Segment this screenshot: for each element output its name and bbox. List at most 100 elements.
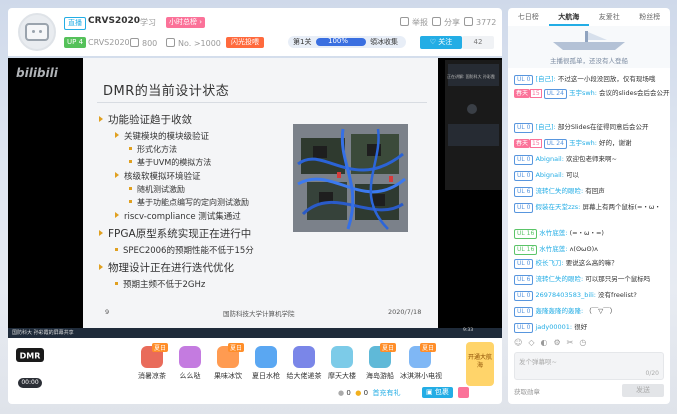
slide-bullet: 核级软模拟环境验证 — [115, 170, 201, 182]
share-button[interactable]: 分享 — [432, 17, 460, 28]
tab-seven-day[interactable]: 七日榜 — [508, 8, 549, 26]
live-badge: 直播 — [64, 17, 86, 30]
streamer-avatar[interactable] — [18, 13, 56, 51]
chat-message: UL 16 水竹底莲: (=・ω・=) — [514, 228, 604, 239]
danmaku-char-count: 0/20 — [645, 370, 659, 377]
settings-icon[interactable]: ⚙ — [553, 338, 566, 347]
gift-box-icon[interactable] — [458, 387, 469, 398]
uid-name: CRVS2020 — [88, 38, 130, 47]
chat-message: 春天 15 UL 24 玉宇swh: 好的，谢谢 — [514, 139, 632, 149]
video-player[interactable]: bilibili DMR的当前设计状态 功能验证趋于收敛 关键模块的模块级验证 … — [8, 58, 502, 338]
slide-organization: 国防科技大学计算机学院 — [223, 310, 295, 318]
room-header: 直播 CRVS2020 学习 小时总榜 › 举报 分享 3772 UP 4 CR… — [8, 8, 502, 56]
fans-icon — [130, 38, 139, 47]
os-taskbar: 国防科大 孙彩霞的屏幕共享 9:33 — [8, 328, 502, 338]
streamer-name[interactable]: CRVS2020 — [88, 16, 140, 26]
chat-message: UL 0 Abignail: 欢迎包老师来啊~ — [514, 154, 617, 165]
fpga-board-photo — [293, 124, 408, 232]
currency-row: ● 0 ● 0 首充有礼 — [338, 388, 401, 398]
silver-balance: 0 — [346, 389, 351, 397]
gift-icon — [179, 346, 201, 368]
stream-timer: 00:00 — [18, 378, 42, 388]
chat-message: UL 0 Abignail: 可以 — [514, 170, 579, 181]
tab-fan-club[interactable]: 友爱社 — [589, 8, 630, 26]
taskbar-title: 国防科大 孙彩霞的屏幕共享 — [12, 330, 74, 336]
chat-message: UL 0 jady00001: 很好 — [514, 322, 587, 333]
svg-text:DMR: DMR — [20, 352, 41, 361]
gift-item[interactable]: 么么哒 — [170, 346, 210, 381]
follow-count: 42 — [462, 36, 494, 49]
slide-bullet: 基于UVM的模拟方法 — [129, 157, 211, 168]
silver-icon: ● — [338, 389, 345, 397]
slide-bullet: 功能验证趋于收敛 — [99, 112, 192, 127]
rise-button[interactable]: 闪光投喂 — [226, 37, 264, 48]
boat-illustration — [553, 31, 625, 50]
quest-progress-text: 100% — [328, 37, 349, 45]
quest-bar[interactable]: 第1关 100% 領冰收集 — [288, 36, 406, 48]
slide-bullet: 关键模块的模块级验证 — [115, 130, 209, 142]
slide-bullet: 预期主频不低于2GHz — [115, 278, 205, 290]
gift-item[interactable]: 夏日 消暑凉茶 — [132, 343, 172, 381]
gift-item[interactable]: 夏日 冰淇淋小电视 — [400, 343, 442, 381]
gift-item[interactable]: 夏日 果味冰饮 — [208, 343, 248, 381]
gold-balance: 0 — [363, 389, 369, 397]
gift-item[interactable]: 给大佬递茶 — [284, 346, 324, 381]
recharge-link[interactable]: 首充有礼 — [373, 389, 401, 397]
gift-icon[interactable]: ◇ — [528, 338, 540, 347]
bag-icon: ▣ — [426, 388, 433, 396]
gift-item[interactable]: 摩天大楼 — [322, 346, 362, 381]
voyage-empty-banner: 主播很孤单，还没有人登船 — [508, 26, 670, 68]
color-icon[interactable]: ◐ — [541, 338, 554, 347]
thumb-caption: 正在讲解: 国防科大 孙彩霞 — [447, 74, 495, 79]
slide-bullet: riscv-compliance 测试集通过 — [115, 210, 241, 222]
history-icon[interactable]: ◷ — [579, 338, 592, 347]
tab-voyage[interactable]: 大航海 — [548, 8, 589, 26]
send-button[interactable]: 发送 — [622, 384, 664, 397]
gift-item[interactable]: 夏日 海岛游船 — [360, 343, 400, 381]
slide-bullet: 基于功能点编写的定向测试激励 — [129, 197, 249, 208]
slide-page-number: 9 — [105, 308, 110, 316]
slide-bullet: 随机测试激励 — [129, 184, 185, 195]
quest-label: 第1关 — [293, 38, 312, 46]
gold-icon: ● — [355, 389, 362, 397]
chat-message: UL 0 [自己]: 不过这一小段没回放，仅有现场哦 — [514, 74, 655, 85]
rank-icon — [166, 38, 175, 47]
bag-button[interactable]: ▣ 包裹 — [422, 387, 453, 398]
room-rank: No. >1000 — [166, 38, 221, 48]
speaker-thumbnail: 正在讲解: 国防科大 孙彩霞 — [445, 60, 502, 190]
rank-tabs: 七日榜 大航海 友爱社 粉丝榜 — [508, 8, 670, 26]
gift-icon — [255, 346, 277, 368]
gift-item[interactable]: 夏日水枪 — [246, 346, 286, 381]
clip-icon[interactable]: ✂ — [567, 338, 580, 347]
gift-icon — [293, 346, 315, 368]
viewer-count: 3772 — [464, 17, 496, 27]
slide-title: DMR的当前设计状态 — [103, 84, 230, 99]
follow-button[interactable]: ♡ 关注 — [420, 36, 462, 49]
heart-icon: ♡ — [429, 38, 437, 46]
dmr-logo: DMR — [14, 344, 46, 380]
medal-link[interactable]: 获取勋章 — [514, 386, 540, 396]
slide-bullet: FPGA原型系统实现正在进行中 — [99, 226, 251, 241]
slide-bullet: SPEC2006的预期性能不低于15分 — [115, 244, 254, 256]
gift-icon — [331, 346, 353, 368]
report-button[interactable]: 举报 — [400, 17, 428, 28]
category-label[interactable]: 学习 — [140, 17, 156, 28]
chat-message: UL 0 轰隆轰隆的轰隆: （￣▽￣） — [514, 306, 616, 317]
chat-message: UL 6 流转仁失的眼睑: 可以那只另一个鼠标吗 — [514, 274, 650, 285]
fans-count: 800 — [130, 38, 157, 48]
voyage-button[interactable]: 开通大航海 — [466, 342, 494, 386]
emoji-icon[interactable]: ☺ — [514, 338, 528, 347]
slide-date: 2020/7/18 — [388, 308, 422, 316]
chat-message: 春天15UL 24玉宇swh: 会议的slides会后会公开吗？ — [514, 89, 670, 99]
danmaku-input[interactable]: 发个弹幕呗~ 0/20 — [514, 352, 664, 380]
slide-bullet: 形式化方法 — [129, 144, 177, 155]
up-level-badge: UP 4 — [64, 37, 87, 48]
hourly-rank-badge[interactable]: 小时总榜 › — [166, 17, 206, 28]
voyage-empty-text: 主播很孤单，还没有人登船 — [550, 57, 628, 65]
tab-fans[interactable]: 粉丝榜 — [630, 8, 671, 26]
slide-title-divider — [97, 102, 427, 103]
presentation-slide: DMR的当前设计状态 功能验证趋于收敛 关键模块的模块级验证 形式化方法 基于U… — [83, 58, 438, 333]
slide-bullet: 物理设计正在进行迭代优化 — [99, 260, 234, 275]
share-icon — [432, 17, 441, 26]
chat-message: UL 16 水竹底莲: ʌ(ʘωʘ)ʌ — [514, 244, 598, 255]
